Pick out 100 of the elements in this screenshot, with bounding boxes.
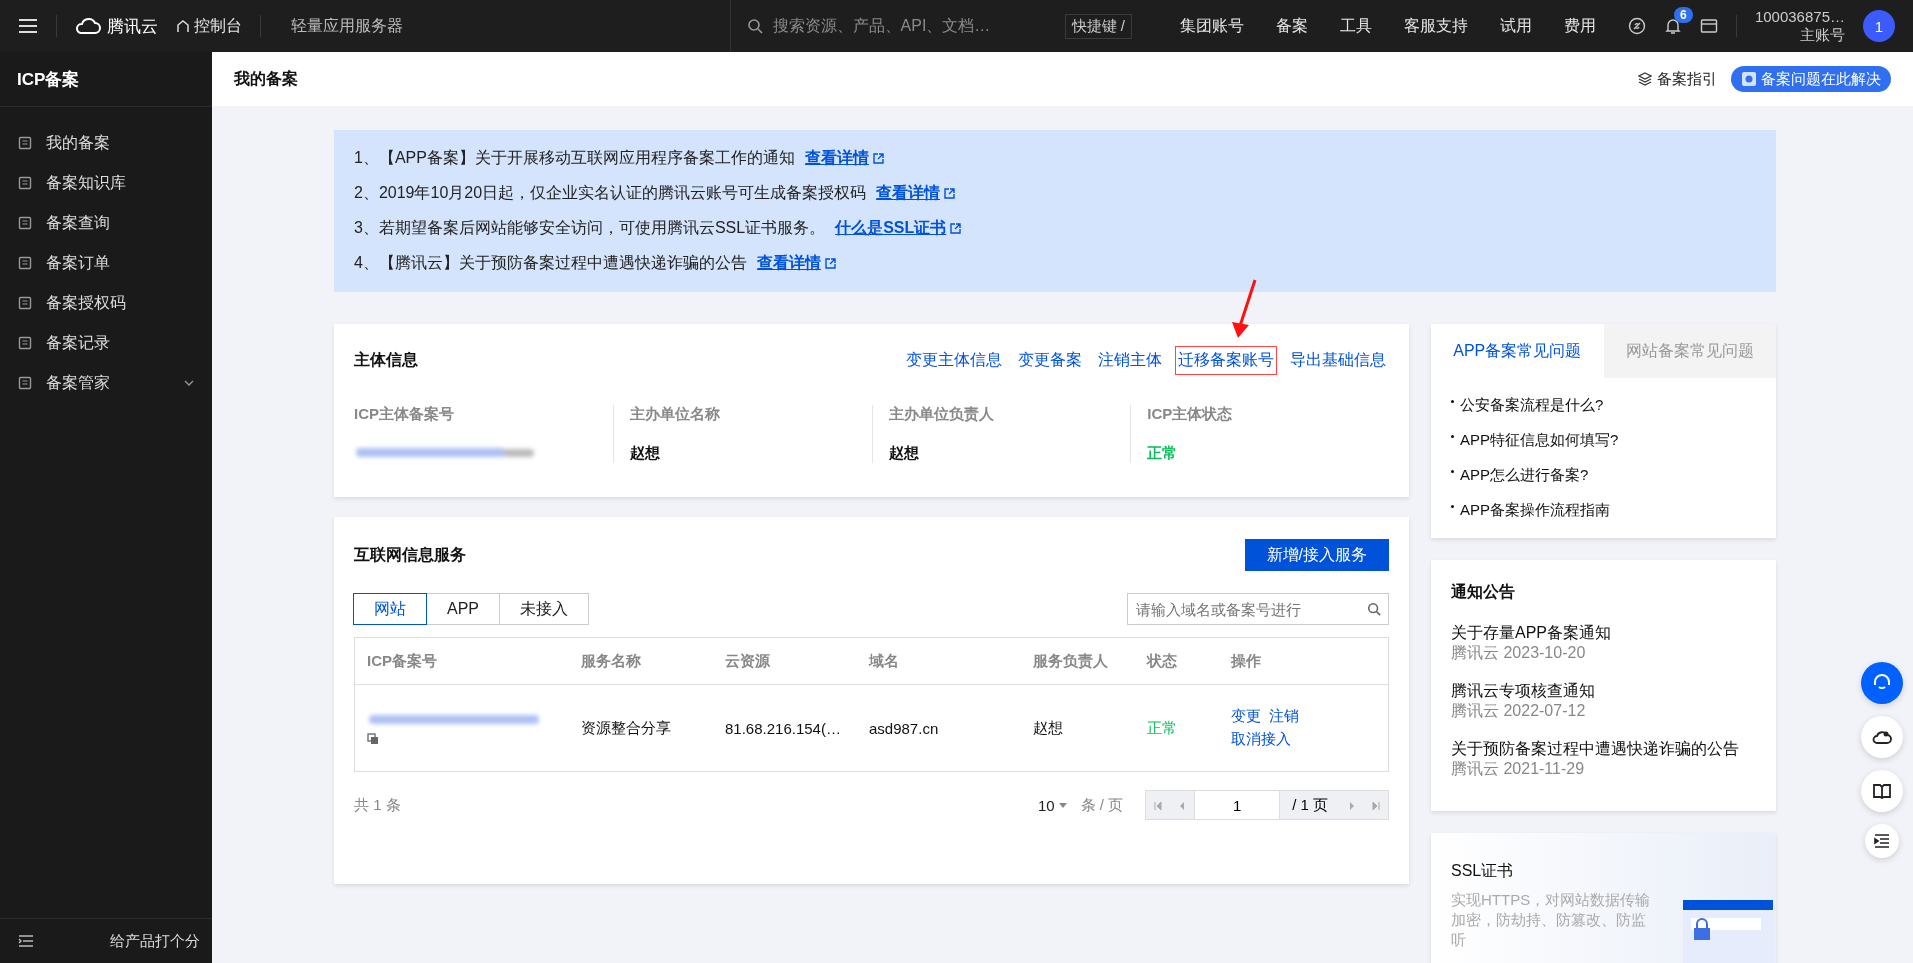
console-link[interactable]: 控制台 — [176, 15, 242, 37]
outline-button[interactable] — [1865, 824, 1899, 858]
card-description: 实现HTTPS，对网站数据传输加密，防劫持、防篡改、防监听 — [1451, 890, 1651, 950]
sidebar-item[interactable]: 备案管家 — [0, 363, 212, 403]
shortcut-key[interactable]: 快捷键 / — [1064, 13, 1132, 39]
nav-link[interactable]: 客服支持 — [1403, 15, 1468, 37]
announcement-meta: 腾讯云 2023-10-20 — [1451, 643, 1587, 663]
copy-icon[interactable] — [367, 733, 379, 745]
tab[interactable]: 网站 — [353, 593, 427, 625]
faq-link[interactable]: APP怎么进行备案? — [1460, 466, 1589, 485]
nav-link[interactable]: 集团账号 — [1179, 15, 1244, 37]
row-action-link[interactable]: 取消接入 — [1231, 730, 1291, 749]
feedback-link[interactable]: 给产品打个分 — [110, 931, 200, 951]
table-cell: 赵想 — [1021, 684, 1135, 772]
caret-icon — [1058, 802, 1067, 808]
search-field[interactable]: 搜索资源、产品、API、文档… — [770, 16, 1045, 36]
support-button[interactable] — [1861, 662, 1903, 704]
column-header: 云资源 — [713, 637, 857, 685]
document-icon — [18, 336, 32, 350]
search-field[interactable]: 请输入域名或备案号进行 — [1127, 593, 1389, 625]
notice-link[interactable]: 什么是SSL证书 — [835, 218, 962, 239]
search-icon[interactable] — [1367, 602, 1381, 616]
avatar[interactable]: 1 — [1863, 10, 1895, 42]
collapse-icon[interactable] — [18, 934, 34, 948]
next-icon — [1348, 801, 1356, 810]
nav-link[interactable]: 费用 — [1563, 15, 1596, 37]
column-header: 操作 — [1219, 637, 1389, 685]
column-header: ICP备案号 — [354, 637, 569, 685]
page-title: 我的备案 — [234, 68, 298, 89]
sidebar-item[interactable]: 备案查询 — [0, 203, 212, 243]
action-link[interactable]: 变更主体信息 — [903, 346, 1005, 375]
tab[interactable]: APP备案常见问题 — [1431, 324, 1604, 378]
document-icon — [18, 176, 32, 190]
per-page-label: 条 / 页 — [1080, 795, 1124, 815]
search-icon[interactable] — [746, 18, 763, 34]
notice-link[interactable]: 查看详情 — [876, 183, 956, 204]
circle-link-icon[interactable] — [1627, 17, 1646, 35]
notice-text: 3、若期望备案后网站能够安全访问，可使用腾讯云SSL证书服务。 — [354, 218, 826, 238]
notice-text: 4、【腾讯云】关于预防备案过程中遭遇快递诈骗的公告 — [354, 253, 747, 273]
row-action-link[interactable]: 注销 — [1269, 707, 1299, 726]
card-title: 互联网信息服务 — [354, 544, 466, 565]
brand-name[interactable]: 腾讯云 — [107, 14, 158, 38]
page-size-select[interactable]: 10 — [1031, 795, 1073, 815]
add-service-button[interactable]: 新增/接入服务 — [1244, 539, 1389, 571]
action-link[interactable]: 变更备案 — [1015, 346, 1085, 375]
pagination-control[interactable]: 1 / 1 页 — [1145, 790, 1389, 820]
first-page-icon — [1154, 801, 1163, 810]
cloud-logo-icon — [75, 17, 101, 35]
nav-link[interactable]: 备案 — [1275, 15, 1308, 37]
announcement-link[interactable]: 腾讯云专项核查通知 — [1451, 681, 1756, 701]
sidebar-item[interactable]: 备案知识库 — [0, 163, 212, 203]
external-link-icon — [950, 223, 962, 234]
field-value: 正常 — [1147, 444, 1179, 463]
wallet-icon[interactable] — [1699, 18, 1718, 34]
product-link[interactable]: 轻量应用服务器 — [291, 15, 403, 37]
table-cell: asd987.cn — [857, 684, 1021, 772]
column-header: 服务负责人 — [1021, 637, 1135, 685]
sidebar-item[interactable]: 我的备案 — [0, 123, 212, 163]
field-label: 主办单位名称 — [629, 405, 721, 424]
menu-icon[interactable] — [18, 18, 38, 34]
sidebar-item[interactable]: 备案授权码 — [0, 283, 212, 323]
chevron-down-icon[interactable] — [184, 380, 194, 386]
notice-link[interactable]: 查看详情 — [804, 148, 884, 169]
faq-link[interactable]: APP备案操作流程指南 — [1460, 501, 1610, 520]
action-link[interactable]: 注销主体 — [1095, 346, 1165, 375]
table-cell: 资源整合分享 — [569, 684, 713, 772]
column-header: 域名 — [857, 637, 1021, 685]
external-link-icon — [824, 258, 836, 269]
action-link[interactable]: 导出基础信息 — [1287, 346, 1389, 375]
page-input[interactable]: 1 — [1194, 791, 1281, 819]
tab[interactable]: APP — [426, 593, 500, 625]
home-icon — [176, 19, 190, 33]
column-header: 服务名称 — [569, 637, 713, 685]
guide-link[interactable]: 备案指引 — [1638, 69, 1717, 89]
announcement-meta: 腾讯云 2021-11-29 — [1451, 759, 1586, 779]
tab[interactable]: 未接入 — [499, 593, 589, 625]
sidebar-item[interactable]: 备案订单 — [0, 243, 212, 283]
layers-icon — [1638, 72, 1652, 86]
cloud-alert-button[interactable] — [1861, 716, 1903, 758]
book-button[interactable] — [1861, 770, 1903, 812]
bell-icon[interactable] — [1663, 17, 1682, 35]
last-page-icon — [1372, 801, 1380, 810]
action-link[interactable]: 迁移备案账号 — [1175, 346, 1277, 375]
announcement-link[interactable]: 关于预防备案过程中遭遇快递诈骗的公告 — [1451, 739, 1756, 759]
announcement-link[interactable]: 关于存量APP备案通知 — [1451, 623, 1756, 643]
faq-link[interactable]: APP特征信息如何填写? — [1460, 431, 1619, 450]
nav-link[interactable]: 工具 — [1339, 15, 1372, 37]
nav-link[interactable]: 试用 — [1499, 15, 1532, 37]
faq-link[interactable]: 公安备案流程是什么? — [1460, 396, 1604, 415]
announcement-meta: 腾讯云 2022-07-12 — [1451, 701, 1587, 721]
status-cell: 正常 — [1135, 684, 1219, 772]
notice-link[interactable]: 查看详情 — [756, 253, 836, 274]
account-id[interactable]: 100036875… — [1754, 8, 1845, 26]
notice-text: 2、2019年10月20日起，仅企业实名认证的腾讯云账号可生成备案授权码 — [354, 183, 867, 203]
sidebar-item[interactable]: 备案记录 — [0, 323, 212, 363]
total-count: 共 1 条 — [354, 795, 401, 815]
row-action-link[interactable]: 变更 — [1231, 707, 1261, 726]
help-button[interactable]: 备案问题在此解决 — [1731, 66, 1891, 92]
field-label: ICP主体状态 — [1147, 405, 1234, 424]
document-icon — [18, 136, 32, 150]
